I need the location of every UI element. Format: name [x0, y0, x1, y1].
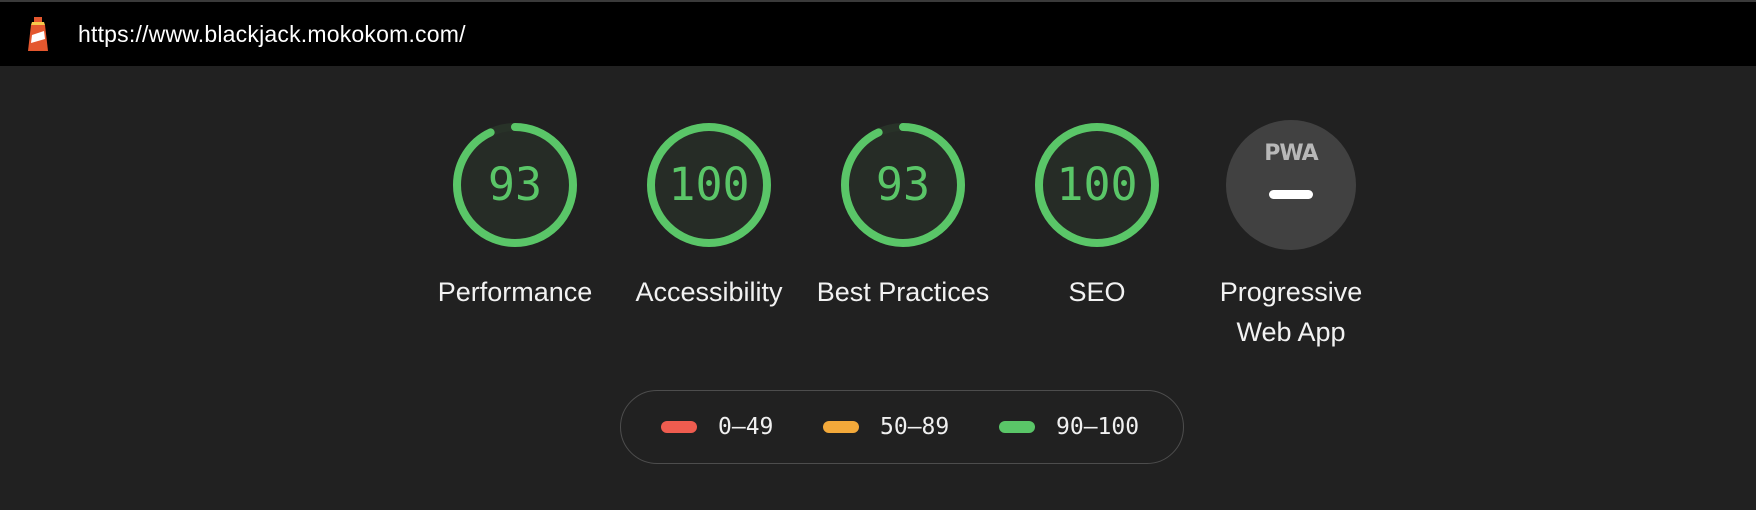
gauge-score: 100 — [668, 158, 750, 211]
legend-swatch — [999, 421, 1035, 433]
gauge-pwa[interactable]: PWA Progressive Web App — [1194, 120, 1388, 360]
gauge-score: 100 — [1056, 158, 1138, 211]
gauge-seo[interactable]: 100 SEO — [1000, 120, 1194, 360]
legend-range: 50–89 — [880, 414, 950, 440]
gauge-label: SEO — [1068, 277, 1126, 307]
score-legend: 0–49 50–89 90–100 — [620, 390, 1184, 464]
legend-item-average: 50–89 — [823, 391, 949, 463]
pwa-badge: PWA — [1226, 120, 1356, 250]
gauge-best-practices[interactable]: 93 Best Practices — [806, 120, 1000, 360]
gauge-label: Accessibility — [635, 277, 783, 307]
gauge-performance[interactable]: 93 Performance — [418, 120, 612, 360]
gauge-label: Best Practices — [816, 277, 990, 307]
legend-range: 0–49 — [718, 414, 774, 440]
gauge-label: Progressive Web App — [1219, 277, 1363, 347]
legend-item-fail: 0–49 — [661, 391, 773, 463]
legend-range: 90–100 — [1056, 414, 1140, 440]
pwa-dash-icon — [1269, 190, 1313, 199]
legend-swatch — [823, 421, 859, 433]
legend-item-pass: 90–100 — [999, 391, 1139, 463]
legend-swatch — [661, 421, 697, 433]
gauge-accessibility[interactable]: 100 Accessibility — [612, 120, 806, 360]
gauge-label: Performance — [437, 277, 593, 307]
gauge-score: 93 — [875, 158, 931, 211]
gauge-score: 93 — [487, 158, 543, 211]
pwa-badge-text: PWA — [1264, 141, 1318, 166]
